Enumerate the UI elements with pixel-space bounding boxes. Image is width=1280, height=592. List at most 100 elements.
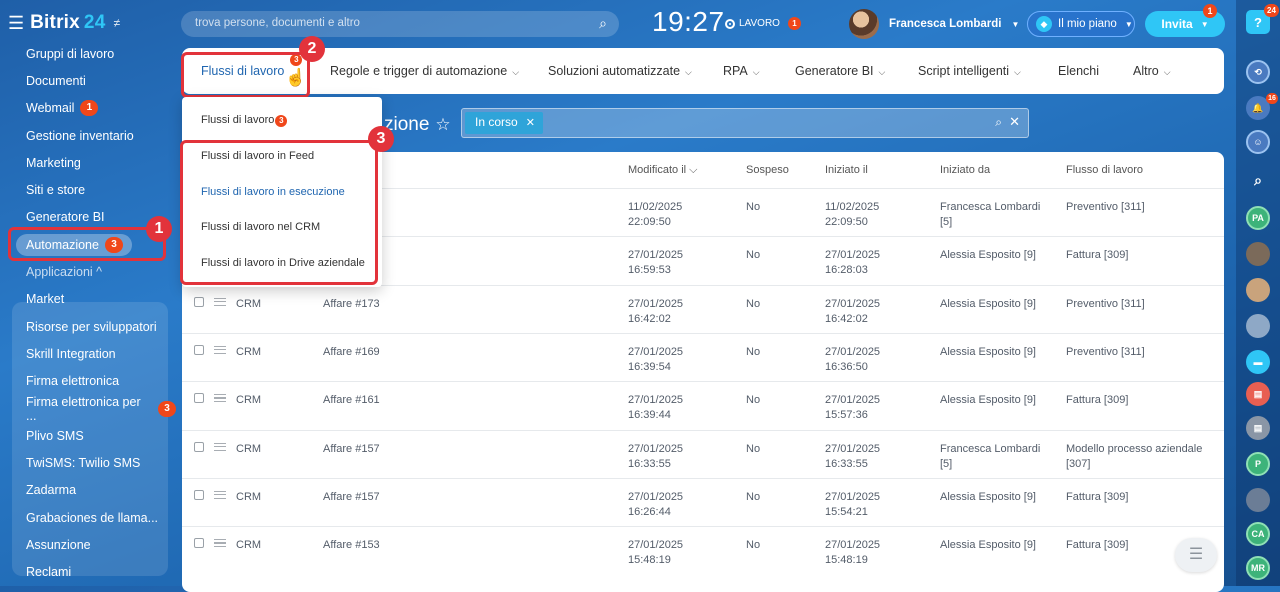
- sidebar-item-firma[interactable]: Firma elettronica: [0, 368, 176, 395]
- cell-document[interactable]: Affare #161: [323, 393, 380, 408]
- tab-rpa[interactable]: RPA ⌵: [723, 64, 760, 78]
- invite-button[interactable]: Invita ▼ 1: [1145, 4, 1225, 37]
- avatar-pa[interactable]: PA: [1246, 206, 1270, 230]
- close-icon[interactable]: ✕: [1009, 114, 1020, 130]
- list-menu-button[interactable]: ☰: [1175, 538, 1217, 572]
- sidebar-item-firma-per[interactable]: Firma elettronica per ... 3: [0, 395, 176, 423]
- table-row[interactable]: CRM Affare #157 27/01/2025 16:26:44 No 27/01…: [182, 477, 1224, 526]
- plan-button[interactable]: ◆ Il mio piano ▼: [1027, 11, 1135, 37]
- col-sospeso[interactable]: Sospeso: [746, 164, 789, 176]
- cell-workflow[interactable]: Preventivo [311]: [1066, 297, 1216, 312]
- sidebar-item-reclami[interactable]: Reclami: [0, 559, 176, 586]
- table-row[interactable]: CRM Affare #169 27/01/2025 16:39:54 No 27/01…: [182, 332, 1224, 381]
- sidebar-item-plivo[interactable]: Plivo SMS: [0, 422, 176, 449]
- sidebar-item-webmail[interactable]: Webmail 1: [0, 95, 176, 122]
- row-checkbox[interactable]: [194, 489, 204, 500]
- tab-generatore-bi[interactable]: Generatore BI ⌵: [795, 64, 885, 78]
- sidebar-item-twisms[interactable]: TwiSMS: Twilio SMS: [0, 449, 176, 476]
- cell-document[interactable]: Affare #169: [323, 345, 380, 360]
- sidebar-item-inventario[interactable]: Gestione inventario: [0, 122, 176, 149]
- pin-icon[interactable]: ≠: [113, 16, 120, 30]
- search-icon[interactable]: ⌕: [599, 15, 607, 32]
- cell-started-by[interactable]: Francesca Lombardi [5]: [940, 442, 1052, 472]
- col-iniziato-il[interactable]: Iniziato il: [825, 164, 868, 176]
- sidebar-item-risorse[interactable]: Risorse per sviluppatori: [0, 313, 176, 340]
- sidebar-item-grabaciones[interactable]: Grabaciones de llama...: [0, 504, 176, 531]
- cell-workflow[interactable]: Modello processo aziendale [307]: [1066, 442, 1216, 472]
- clock[interactable]: 19:27: [652, 6, 725, 38]
- cell-document[interactable]: Affare #173: [323, 297, 380, 312]
- sidebar-item-assunzione[interactable]: Assunzione: [0, 531, 176, 558]
- card-icon[interactable]: ▤: [1246, 382, 1270, 406]
- row-checkbox[interactable]: [194, 441, 204, 452]
- app-logo[interactable]: ☰ Bitrix 24 ≠: [8, 12, 120, 34]
- sidebar-item-skrill[interactable]: Skrill Integration: [0, 340, 176, 367]
- row-menu-icon[interactable]: [214, 297, 226, 306]
- avatar[interactable]: [1246, 242, 1270, 266]
- dropdown-item-flussi[interactable]: Flussi di lavoro 3: [201, 114, 288, 127]
- row-menu-icon[interactable]: [214, 345, 226, 354]
- table-row[interactable]: CRM Affare #173 27/01/2025 16:42:02 No 27/01…: [182, 284, 1224, 333]
- col-modificato[interactable]: Modificato il ⌵: [628, 164, 697, 177]
- tab-regole[interactable]: Regole e trigger di automazione ⌵: [330, 64, 519, 78]
- avatar[interactable]: [1246, 278, 1270, 302]
- sidebar-item-applicazioni[interactable]: Applicazioni ^: [0, 258, 176, 285]
- sidebar-item-marketing[interactable]: Marketing: [0, 149, 176, 176]
- cell-started-by[interactable]: Alessia Esposito [9]: [940, 345, 1052, 360]
- refresh-icon[interactable]: ⟲: [1246, 60, 1270, 84]
- filter-search-input[interactable]: In corso ✕ ⌕ ✕: [461, 108, 1029, 138]
- sidebar-item-gruppi[interactable]: Gruppi di lavoro: [0, 40, 176, 67]
- row-checkbox[interactable]: [194, 296, 204, 307]
- row-menu-icon[interactable]: [214, 539, 226, 548]
- card-icon[interactable]: ▤: [1246, 416, 1270, 440]
- row-menu-icon[interactable]: [214, 442, 226, 451]
- table-row[interactable]: CRM Affare #157 27/01/2025 16:33:55 No 27/01…: [182, 429, 1224, 478]
- star-icon[interactable]: ☆: [435, 115, 450, 134]
- chat-group-icon[interactable]: ▬: [1246, 350, 1270, 374]
- cell-workflow[interactable]: Preventivo [311]: [1066, 200, 1216, 215]
- sidebar-item-market[interactable]: Market: [0, 286, 176, 313]
- sidebar-item-zadarma[interactable]: Zadarma: [0, 477, 176, 504]
- col-iniziato-da[interactable]: Iniziato da: [940, 164, 990, 176]
- tab-elenchi[interactable]: Elenchi: [1058, 64, 1099, 78]
- cell-workflow[interactable]: Fattura [309]: [1066, 248, 1216, 263]
- avatar-p[interactable]: P: [1246, 452, 1270, 476]
- sidebar-item-documenti[interactable]: Documenti: [0, 67, 176, 94]
- filter-chip[interactable]: In corso ✕: [465, 112, 543, 134]
- cell-document[interactable]: Affare #157: [323, 442, 380, 457]
- close-icon[interactable]: ✕: [526, 117, 535, 129]
- cell-workflow[interactable]: Preventivo [311]: [1066, 345, 1216, 360]
- search-icon[interactable]: ⌕: [1246, 168, 1270, 192]
- tab-altro[interactable]: Altro ⌵: [1133, 64, 1171, 78]
- cell-document[interactable]: Affare #157: [323, 490, 380, 505]
- menu-icon[interactable]: ☰: [8, 14, 24, 32]
- user-menu[interactable]: Francesca Lombardi ▼: [849, 9, 1019, 39]
- search-input[interactable]: trova persone, documenti e altro ⌕: [181, 11, 619, 37]
- cell-started-by[interactable]: Alessia Esposito [9]: [940, 297, 1052, 312]
- sidebar-item-siti[interactable]: Siti e store: [0, 176, 176, 203]
- tab-script[interactable]: Script intelligenti ⌵: [918, 64, 1021, 78]
- cell-document[interactable]: Affare #153: [323, 538, 380, 553]
- cell-started-by[interactable]: Francesca Lombardi [5]: [940, 200, 1052, 230]
- row-menu-icon[interactable]: [214, 394, 226, 403]
- avatar-ca[interactable]: CA: [1246, 522, 1270, 546]
- tab-soluzioni[interactable]: Soluzioni automatizzate ⌵: [548, 64, 692, 78]
- row-checkbox[interactable]: [194, 393, 204, 404]
- avatar[interactable]: [1246, 488, 1270, 512]
- work-status[interactable]: LAVORO 1: [725, 17, 801, 30]
- search-icon[interactable]: ⌕: [995, 115, 1002, 130]
- cell-started-by[interactable]: Alessia Esposito [9]: [940, 393, 1052, 408]
- cell-started-by[interactable]: Alessia Esposito [9]: [940, 538, 1052, 553]
- row-menu-icon[interactable]: [214, 490, 226, 499]
- table-row[interactable]: CRM Affare #161 27/01/2025 16:39:44 No 27/01…: [182, 381, 1224, 429]
- avatar[interactable]: [1246, 314, 1270, 338]
- avatar-mr[interactable]: MR: [1246, 556, 1270, 580]
- col-flusso[interactable]: Flusso di lavoro: [1066, 164, 1143, 176]
- cell-workflow[interactable]: Fattura [309]: [1066, 490, 1216, 505]
- cell-started-by[interactable]: Alessia Esposito [9]: [940, 248, 1052, 263]
- cell-started-by[interactable]: Alessia Esposito [9]: [940, 490, 1052, 505]
- table-row[interactable]: CRM Affare #153 27/01/2025 15:48:19 No 27/01…: [182, 526, 1224, 574]
- chat-icon[interactable]: ☺: [1246, 130, 1270, 154]
- row-checkbox[interactable]: [194, 344, 204, 355]
- cell-workflow[interactable]: Fattura [309]: [1066, 393, 1216, 408]
